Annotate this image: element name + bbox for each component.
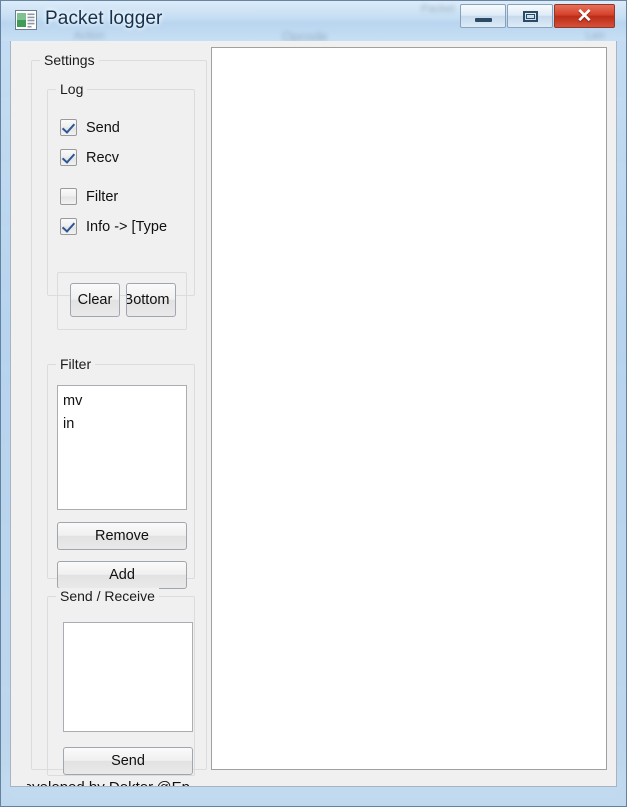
credit-text: Developed by Doktor.@Ep — [27, 779, 190, 786]
ghost-text-behind-glass-1: Packet — [421, 3, 455, 15]
ghost-text-behind-glass-4: Len — [586, 30, 605, 41]
checkbox-info-type-label: Info -> [Type — [86, 218, 168, 235]
log-group: Log Send Recv Filter Info -> [Type Clear… — [47, 81, 195, 330]
filter-group-label: Filter — [56, 356, 96, 372]
checkbox-info-type[interactable] — [60, 218, 77, 235]
log-group-label: Log — [56, 81, 88, 97]
settings-group: Settings Log Send Recv Filter Info -> [T… — [27, 52, 207, 786]
maximize-icon-inner — [526, 14, 535, 19]
checkbox-recv-label: Recv — [86, 149, 120, 166]
checkbox-row-filter[interactable]: Filter — [60, 188, 118, 205]
send-button-label: Send — [111, 753, 145, 769]
filter-listbox[interactable]: mv in — [57, 385, 187, 510]
bottom-button-label: Bottom — [126, 292, 170, 308]
maximize-button[interactable] — [507, 4, 553, 28]
send-button[interactable]: Send — [63, 747, 193, 775]
checkbox-row-recv[interactable]: Recv — [60, 149, 119, 166]
clear-button-label: Clear — [77, 292, 113, 308]
log-buttons-group: Clear Bottom — [57, 272, 187, 330]
add-button-label: Add — [109, 567, 135, 583]
checkbox-send[interactable] — [60, 119, 77, 136]
minimize-button[interactable] — [460, 4, 506, 28]
bottom-button[interactable]: Bottom — [126, 283, 176, 317]
checkbox-row-info-type[interactable]: Info -> [Type — [60, 218, 167, 235]
clear-button[interactable]: Clear — [70, 283, 120, 317]
ghost-text-behind-glass-3: Action — [74, 30, 105, 41]
checkbox-send-label: Send — [86, 119, 120, 136]
filter-group: Filter mv in Remove Add — [47, 356, 195, 589]
window-client-area: Settings Log Send Recv Filter Info -> [T… — [10, 41, 617, 787]
list-item[interactable]: in — [58, 413, 186, 436]
send-textarea[interactable] — [63, 622, 193, 732]
settings-group-label: Settings — [40, 52, 99, 68]
window-title: Packet logger — [45, 8, 163, 29]
window-titlebar[interactable]: Packet Opcode Action Len Packet logger ✕ — [1, 1, 626, 41]
list-item[interactable]: mv — [58, 390, 186, 413]
checkbox-filter-label: Filter — [86, 188, 119, 205]
remove-button-label: Remove — [95, 528, 149, 544]
send-receive-group: Send / Receive Send — [47, 588, 195, 776]
ghost-text-behind-glass-2: Opcode — [282, 29, 328, 41]
send-receive-group-label: Send / Receive — [56, 588, 159, 604]
application-window: Packet Opcode Action Len Packet logger ✕ — [0, 0, 627, 807]
application-form-icon — [15, 10, 37, 30]
credit-label: Developed by Doktor.@Ep — [27, 779, 213, 786]
add-button[interactable]: Add — [57, 561, 187, 589]
close-button[interactable]: ✕ — [554, 4, 615, 28]
checkbox-row-send[interactable]: Send — [60, 119, 120, 136]
close-icon: ✕ — [576, 5, 593, 27]
log-output-panel[interactable] — [211, 47, 607, 770]
checkbox-recv[interactable] — [60, 149, 77, 166]
checkbox-filter[interactable] — [60, 188, 77, 205]
remove-button[interactable]: Remove — [57, 522, 187, 550]
minimize-icon — [475, 18, 492, 22]
